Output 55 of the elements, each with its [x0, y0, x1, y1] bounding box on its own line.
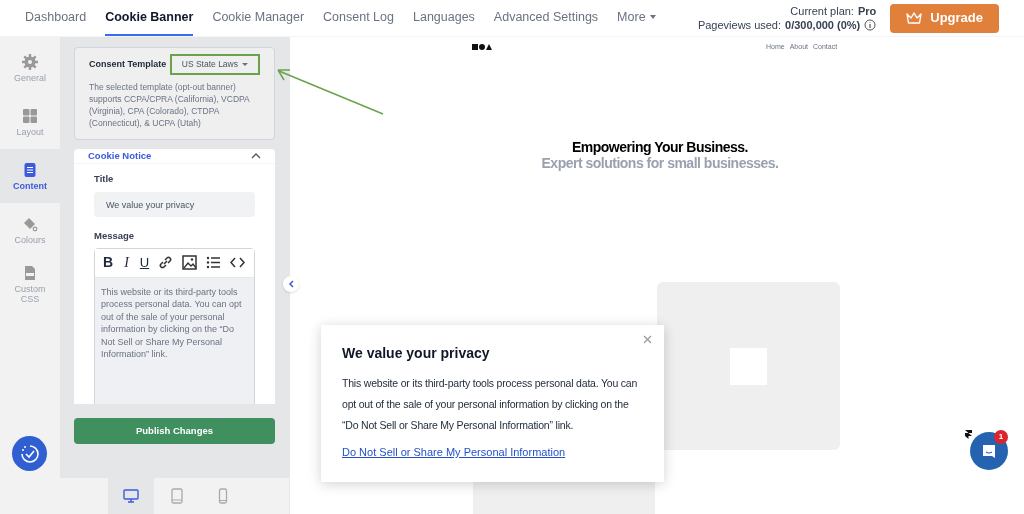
opt-out-link[interactable]: Do Not Sell or Share My Personal Information: [342, 444, 566, 461]
template-dropdown[interactable]: US State Laws: [169, 54, 260, 75]
plan-value: Pro: [857, 4, 877, 18]
field-label: Title: [94, 172, 115, 186]
nav-tab[interactable]: Languages: [413, 0, 475, 36]
field-label: Message: [94, 229, 136, 244]
chevron-icon: [251, 152, 261, 159]
section-header[interactable]: Cookie Notice: [74, 148, 275, 164]
banner-message: This website or its third-party tools process personal data. You can opt out of the sale of your personal information by clicking on the “Do Not Sell or Share My Personal Information” link.: [342, 376, 639, 433]
link-icon[interactable]: [158, 255, 174, 270]
chat-icon: [981, 443, 997, 459]
code-icon[interactable]: [230, 257, 246, 268]
pageviews-value: 0/300,000 (0%): [785, 18, 861, 32]
tablet-icon: [169, 488, 185, 504]
bold-button[interactable]: B: [103, 252, 114, 273]
checkmark-clock-icon: [18, 442, 41, 465]
publish-button[interactable]: Publish Changes: [74, 417, 275, 444]
logo-icon: [472, 44, 492, 50]
notification-badge: 1: [994, 430, 1008, 444]
nav-tab[interactable]: Advanced Settings: [493, 0, 599, 36]
close-icon[interactable]: [643, 335, 652, 344]
gear-icon: [22, 53, 38, 70]
template-description: The selected template (opt-out banner) supports CCPA/CPRA (California), VCDPA (Virginia), CPA (Colorado), CTDPA (Connecticut), & UCPA (Utah): [89, 80, 251, 129]
caret-icon: [242, 62, 248, 66]
crown-icon: [906, 12, 923, 24]
chat-button[interactable]: [970, 432, 1008, 470]
framer-icon: [965, 430, 972, 439]
info-icon[interactable]: [864, 19, 877, 31]
nav-tab[interactable]: Dashboard: [25, 0, 87, 36]
nav-tab[interactable]: More: [617, 0, 656, 36]
subheadline: Expert solutions for small businesses.: [541, 155, 779, 171]
document-icon: [22, 161, 38, 178]
list-icon[interactable]: [206, 256, 222, 269]
message-text: This website or its third-party tools process personal data. You can opt out of the sale of your personal information by clicking on the “Do Not Sell or Share My Personal Information” link.: [95, 277, 254, 404]
caret-icon: [649, 15, 656, 19]
message-editor[interactable]: B I U This website or its third-party tools process personal data. You can opt out of the sale of your personal information by clicking on the “Do Not Sell or Share My Personal Information” link.: [94, 247, 255, 404]
chevron-left-icon: [288, 280, 294, 288]
paint-bucket-icon: [22, 215, 38, 232]
sidebar-item[interactable]: Content: [0, 149, 60, 203]
upgrade-button[interactable]: Upgrade: [890, 3, 999, 33]
pageviews-label: Pageviews used:: [697, 18, 782, 32]
plan-label: Current plan:: [790, 4, 854, 18]
title-field[interactable]: We value your privacy: [94, 192, 255, 218]
headline: Empowering Your Business.: [572, 139, 748, 155]
device-button[interactable]: [108, 478, 154, 514]
file-icon: [22, 264, 38, 281]
image-icon[interactable]: [182, 255, 198, 270]
underline-button[interactable]: U: [139, 252, 150, 273]
italic-button[interactable]: I: [122, 252, 131, 273]
desktop-icon: [123, 488, 139, 504]
grid-icon: [22, 107, 38, 124]
nav-tab[interactable]: Consent Log: [323, 0, 394, 36]
nav-tab[interactable]: Cookie Manager: [212, 0, 305, 36]
template-label: Consent Template: [89, 57, 167, 71]
banner-title: We value your privacy: [342, 344, 491, 363]
